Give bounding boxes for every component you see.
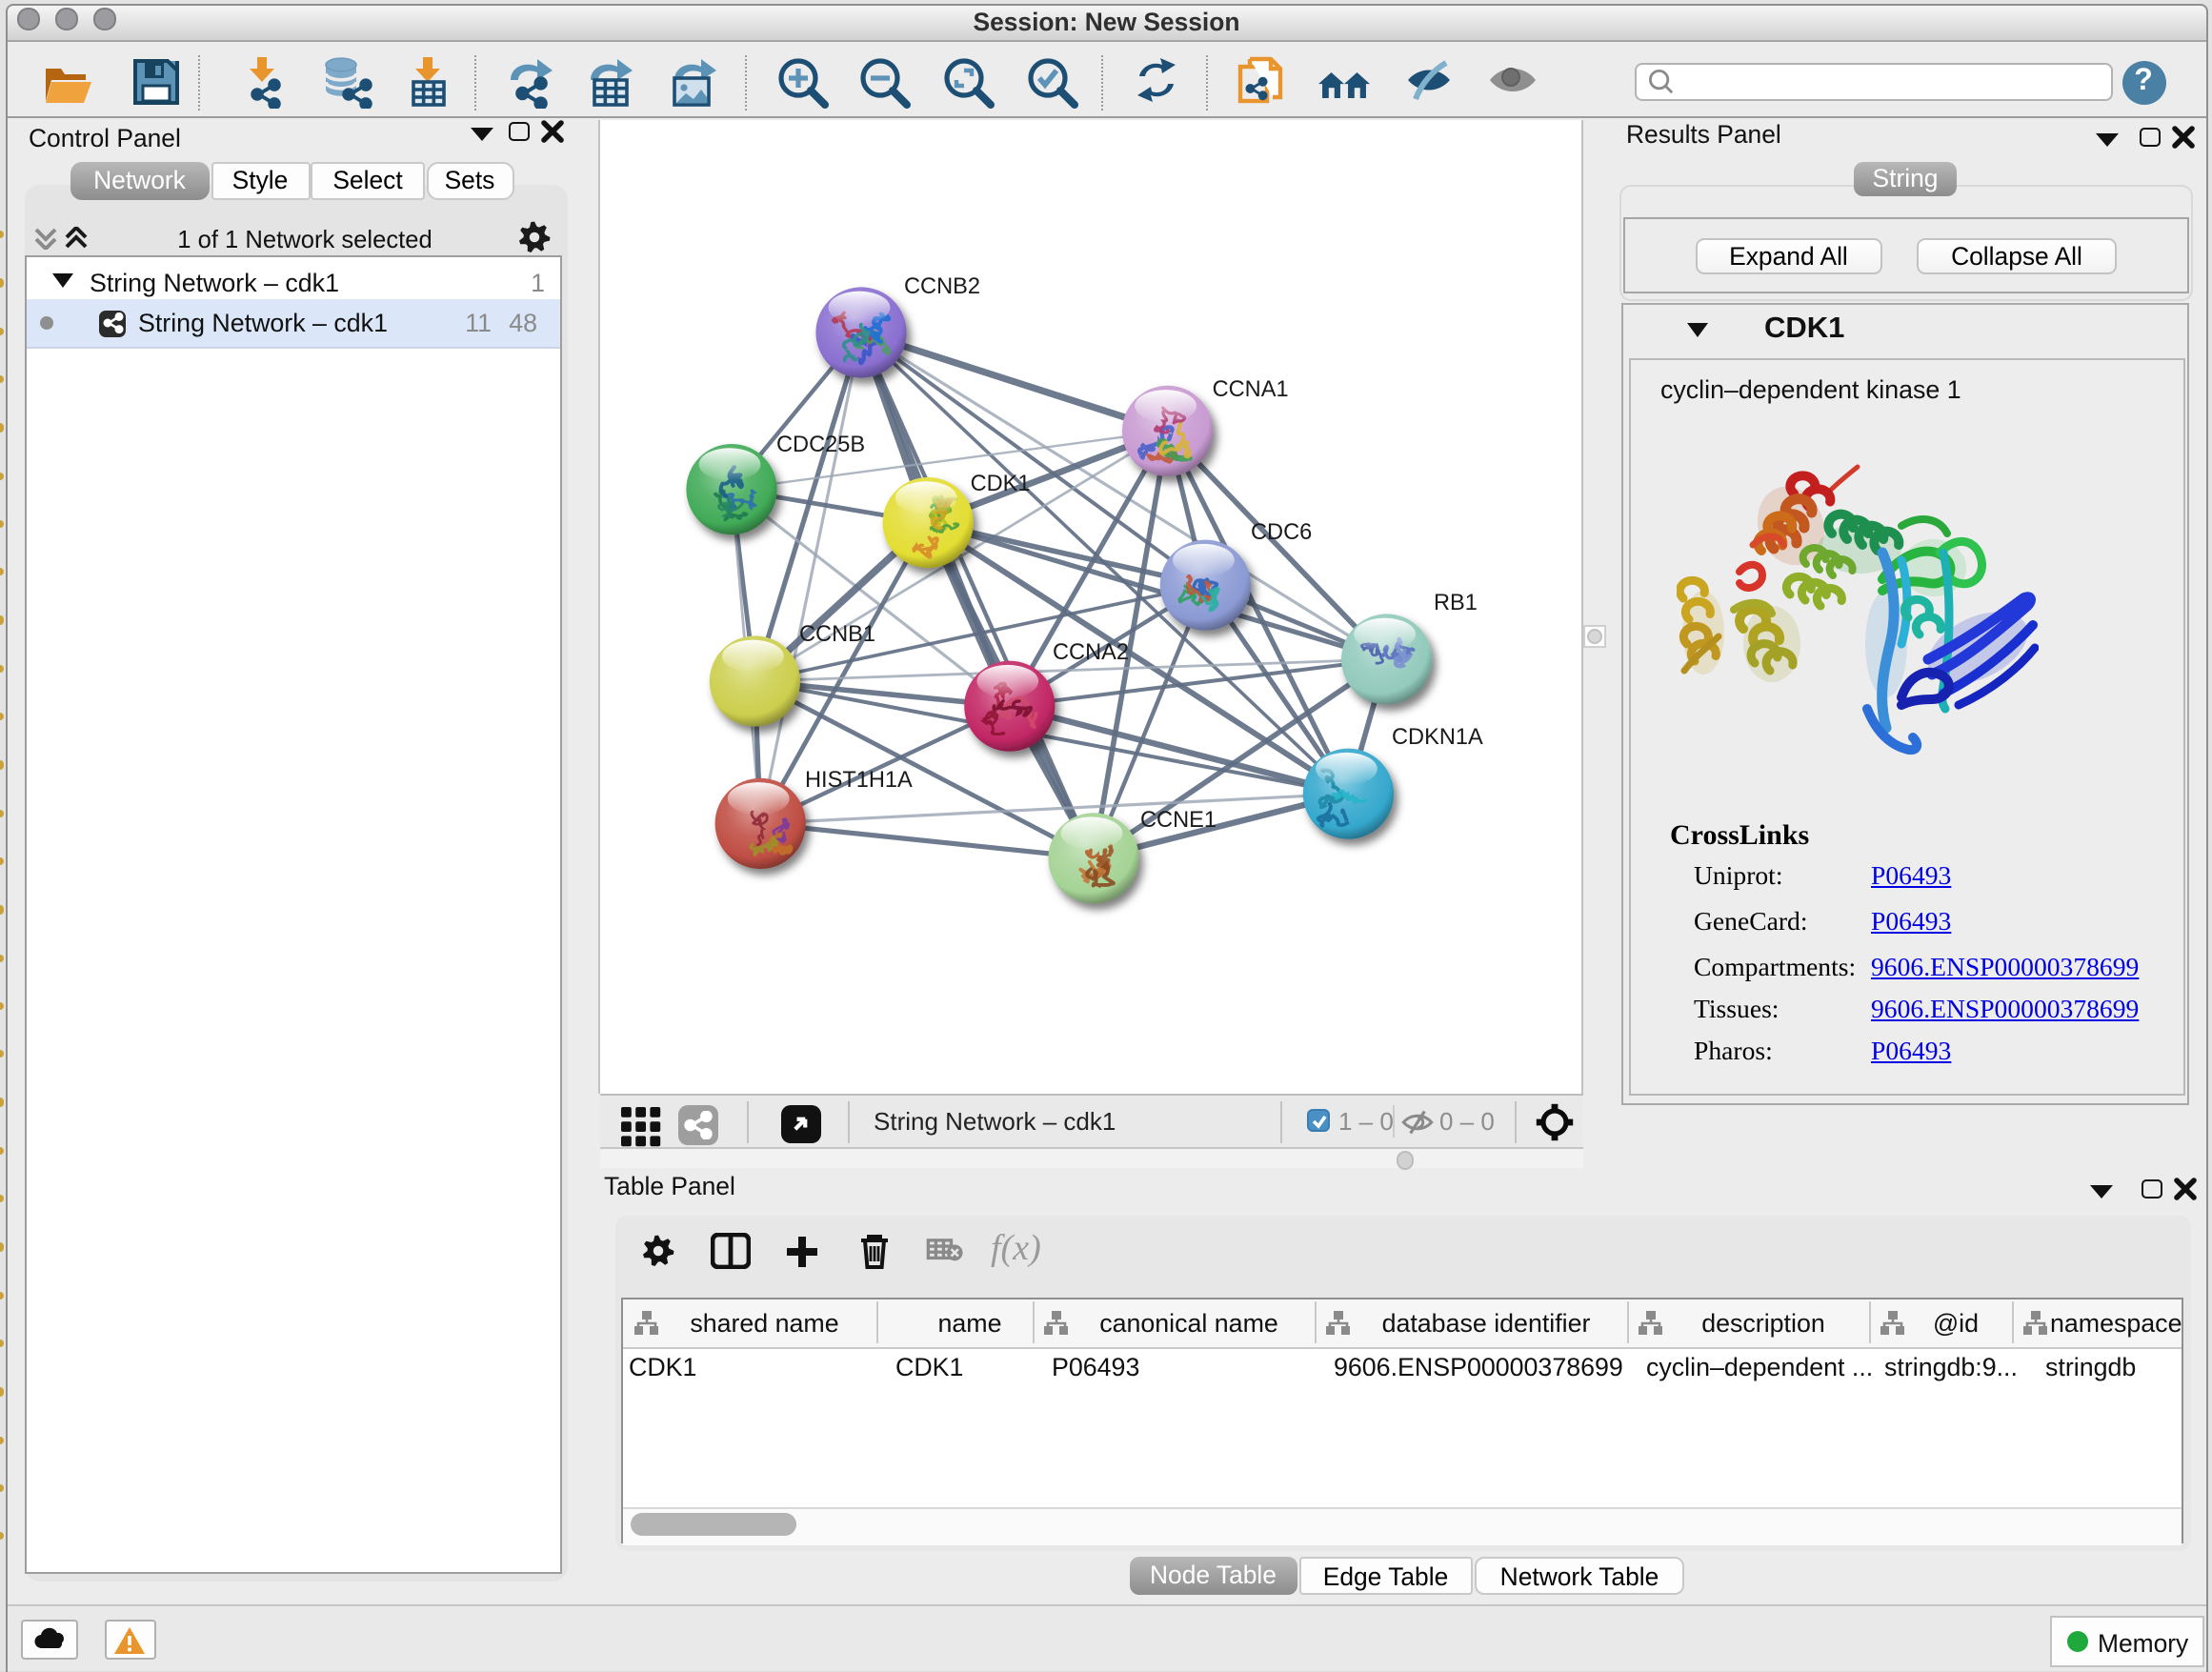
svg-text:RB1: RB1: [1433, 590, 1477, 614]
svg-text:CDK1: CDK1: [970, 471, 1030, 495]
svg-text:CDC25B: CDC25B: [775, 432, 864, 456]
svg-text:CDKN1A: CDKN1A: [1391, 724, 1482, 749]
svg-text:CCNB1: CCNB1: [798, 621, 875, 646]
svg-text:CCNB2: CCNB2: [903, 273, 979, 298]
svg-text:CCNA2: CCNA2: [1052, 639, 1128, 664]
svg-text:CDC6: CDC6: [1250, 519, 1311, 544]
svg-text:HIST1H1A: HIST1H1A: [804, 767, 912, 792]
svg-text:CCNE1: CCNE1: [1139, 807, 1216, 832]
svg-text:CCNA1: CCNA1: [1212, 376, 1288, 401]
